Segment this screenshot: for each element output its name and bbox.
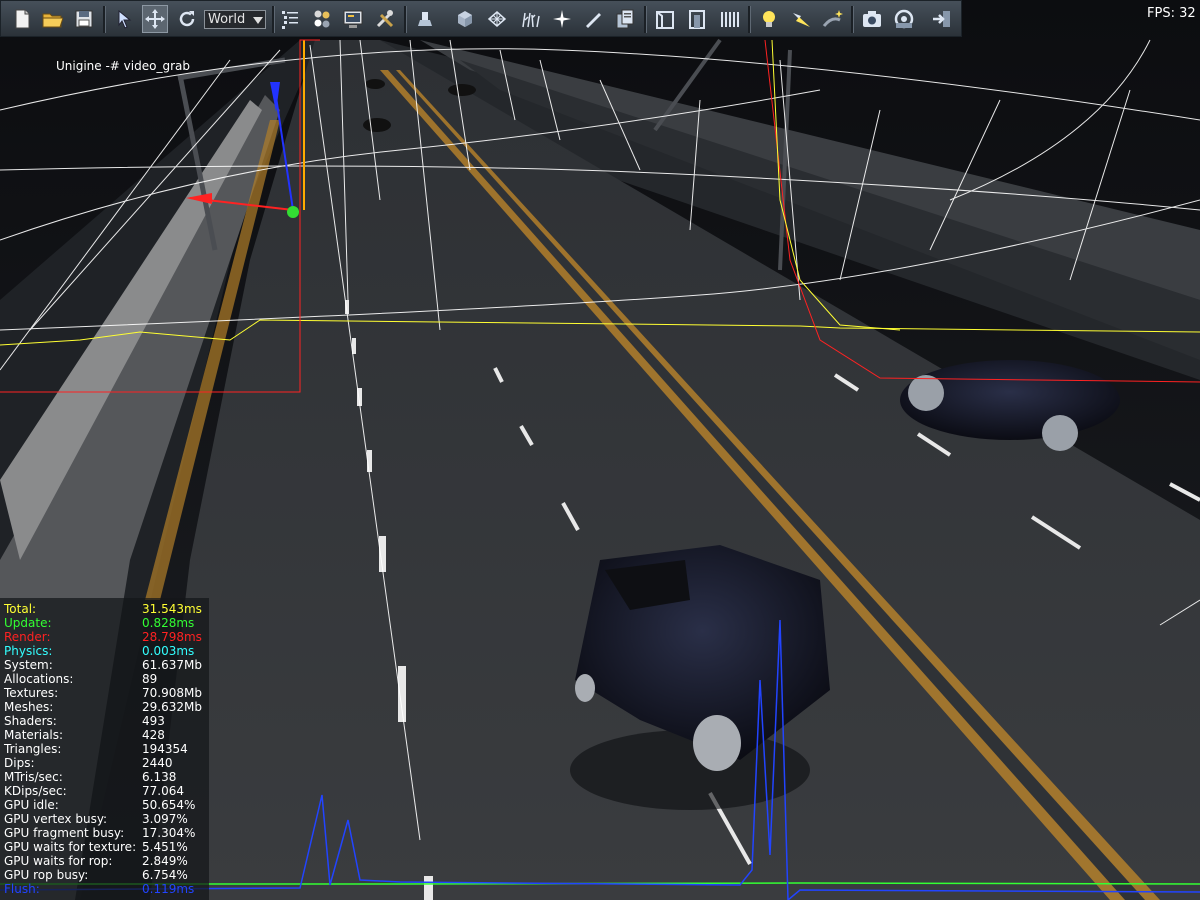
stat-value: 29.632Mb <box>142 700 202 714</box>
stat-row: Shaders: 493 <box>4 714 209 728</box>
occluder-icon[interactable] <box>716 5 742 33</box>
stat-value: 70.908Mb <box>142 686 202 700</box>
stat-row: Materials: 428 <box>4 728 209 742</box>
player-icon[interactable] <box>891 5 917 33</box>
stat-value: 6.754% <box>142 868 188 882</box>
stat-row: MTris/sec: 6.138 <box>4 770 209 784</box>
stat-label: GPU rop busy: <box>4 868 89 882</box>
stat-value: 194354 <box>142 742 188 756</box>
stat-label: Textures: <box>4 686 59 700</box>
stat-row: GPU waits for texture: 5.451% <box>4 840 209 854</box>
stat-value: 2.849% <box>142 854 188 868</box>
stat-row: GPU waits for rop: 2.849% <box>4 854 209 868</box>
new-file-icon[interactable] <box>9 5 35 33</box>
stat-value: 50.654% <box>142 798 196 812</box>
save-icon[interactable] <box>71 5 97 33</box>
stat-row: KDips/sec: 77.064 <box>4 784 209 798</box>
stat-label: GPU vertex busy: <box>4 812 108 826</box>
stat-value: 428 <box>142 728 165 742</box>
editor-toolbar: World <box>0 0 962 37</box>
stat-value: 0.003ms <box>142 644 195 658</box>
stat-value: 17.304% <box>142 826 196 840</box>
rotate-icon[interactable] <box>174 5 200 33</box>
stat-label: Allocations: <box>4 672 74 686</box>
clone-icon[interactable] <box>612 5 638 33</box>
stat-row: Total: 31.543ms <box>4 602 209 616</box>
stat-label: Triangles: <box>4 742 62 756</box>
render-settings-icon[interactable] <box>340 5 366 33</box>
stat-row: Physics: 0.003ms <box>4 644 209 658</box>
stat-row: GPU vertex busy: 3.097% <box>4 812 209 826</box>
stat-row: GPU idle: 50.654% <box>4 798 209 812</box>
stat-label: MTris/sec: <box>4 770 63 784</box>
stat-row: Allocations: 89 <box>4 672 209 686</box>
particles-icon[interactable] <box>549 5 575 33</box>
stat-label: Update: <box>4 616 52 630</box>
cube-icon[interactable] <box>452 5 478 33</box>
stat-label: Meshes: <box>4 700 54 714</box>
stat-row: Update: 0.828ms <box>4 616 209 630</box>
stat-value: 89 <box>142 672 158 686</box>
stat-row: Textures: 70.908Mb <box>4 686 209 700</box>
stat-row: System: 61.637Mb <box>4 658 209 672</box>
stat-row: Dips: 2440 <box>4 756 209 770</box>
stat-row: Flush: 0.119ms <box>4 882 209 896</box>
stat-value: 77.064 <box>142 784 184 798</box>
stat-value: 61.637Mb <box>142 658 202 672</box>
world-light-icon[interactable] <box>820 5 846 33</box>
decal-icon[interactable] <box>580 5 606 33</box>
stat-label: KDips/sec: <box>4 784 67 798</box>
stat-label: GPU waits for rop: <box>4 854 113 868</box>
stat-label: GPU idle: <box>4 798 59 812</box>
stat-value: 3.097% <box>142 812 188 826</box>
light-icon[interactable] <box>756 5 782 33</box>
stat-label: System: <box>4 658 53 672</box>
object-icon[interactable] <box>412 5 438 33</box>
stat-row: Triangles: 194354 <box>4 742 209 756</box>
stat-value: 31.543ms <box>142 602 202 616</box>
stat-value: 28.798ms <box>142 630 202 644</box>
open-folder-icon[interactable] <box>39 5 65 33</box>
exit-icon[interactable] <box>929 5 955 33</box>
mesh-icon[interactable] <box>484 5 510 33</box>
stat-label: Total: <box>4 602 37 616</box>
stat-value: 5.451% <box>142 840 188 854</box>
move-cross-icon[interactable] <box>142 5 168 33</box>
window-title: Unigine -# video_grab <box>56 59 190 73</box>
node-list-icon[interactable] <box>277 5 303 33</box>
stat-label: GPU fragment busy: <box>4 826 125 840</box>
spot-light-icon[interactable] <box>788 5 814 33</box>
stat-row: Render: 28.798ms <box>4 630 209 644</box>
performance-stats-panel: Total: 31.543ms Update: 0.828ms Render: 28.79… <box>0 598 209 900</box>
stat-label: Render: <box>4 630 51 644</box>
stat-row: GPU fragment busy: 17.304% <box>4 826 209 840</box>
chevron-down-icon <box>253 17 263 24</box>
stat-label: Shaders: <box>4 714 57 728</box>
grass-icon[interactable] <box>517 5 543 33</box>
stat-label: Dips: <box>4 756 35 770</box>
stat-label: GPU waits for texture: <box>4 840 137 854</box>
stat-value: 2440 <box>142 756 173 770</box>
fps-counter: FPS: 32 <box>1147 6 1196 21</box>
stat-label: Physics: <box>4 644 53 658</box>
materials-icon[interactable] <box>309 5 335 33</box>
stat-label: Flush: <box>4 882 40 896</box>
camera-icon[interactable] <box>859 5 885 33</box>
stat-value: 0.119ms <box>142 882 195 896</box>
stat-value: 493 <box>142 714 165 728</box>
sector-icon[interactable] <box>652 5 678 33</box>
stat-value: 6.138 <box>142 770 177 784</box>
portal-icon[interactable] <box>684 5 710 33</box>
space-select[interactable]: World <box>204 10 266 29</box>
tools-icon[interactable] <box>372 5 398 33</box>
stat-row: Meshes: 29.632Mb <box>4 700 209 714</box>
stat-value: 0.828ms <box>142 616 195 630</box>
stat-row: GPU rop busy: 6.754% <box>4 868 209 882</box>
select-arrow-icon[interactable] <box>111 5 137 33</box>
space-select-value: World <box>208 12 246 27</box>
stat-label: Materials: <box>4 728 64 742</box>
